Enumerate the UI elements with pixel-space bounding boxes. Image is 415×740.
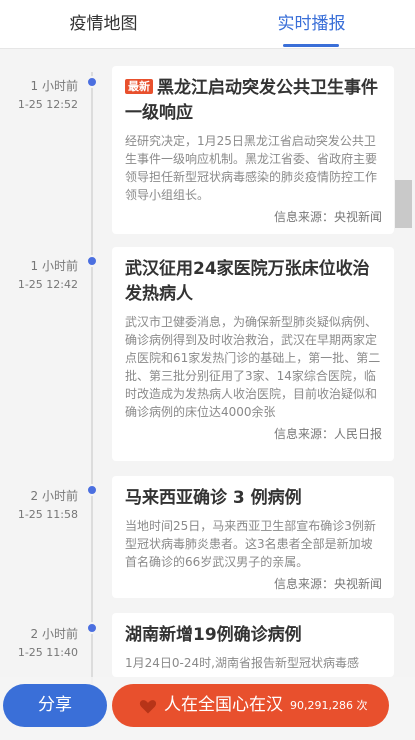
timestamp: 1-25 12:52 bbox=[17, 98, 78, 111]
feed-item-time: 2 小时前 1-25 11:40 bbox=[8, 626, 78, 661]
support-wuhan-button[interactable]: 人在全国心在汉 90,291,286 次 bbox=[112, 684, 389, 727]
timestamp: 1-25 11:58 bbox=[17, 508, 78, 521]
relative-time: 1 小时前 bbox=[30, 259, 78, 273]
feed-item-time: 1 小时前 1-25 12:42 bbox=[8, 258, 78, 293]
heart-icon bbox=[139, 700, 157, 714]
news-card[interactable]: 武汉征用24家医院万张床位收治发热病人 武汉市卫健委消息，为确保新型肺炎疑似病例… bbox=[112, 247, 394, 461]
relative-time: 1 小时前 bbox=[30, 79, 78, 93]
news-card[interactable]: 马来西亚确诊 3 例病例 当地时间25日，马来西亚卫生部宣布确诊3例新型冠状病毒… bbox=[112, 476, 394, 598]
latest-badge: 最新 bbox=[125, 79, 153, 94]
tab-live-broadcast[interactable]: 实时播报 bbox=[208, 0, 415, 48]
feed-item-time: 2 小时前 1-25 11:58 bbox=[8, 488, 78, 523]
tab-bar: 疫情地图 实时播报 bbox=[0, 0, 415, 49]
news-card[interactable]: 湖南新增19例确诊病例 1月24日0-24时,湖南省报告新型冠状病毒感 bbox=[112, 613, 394, 677]
news-card[interactable]: 最新 黑龙江启动突发公共卫生事件一级响应 经研究决定，1月25日黑龙江省启动突发公… bbox=[112, 66, 394, 234]
news-source: 信息来源：央视新闻 bbox=[273, 577, 382, 591]
relative-time: 2 小时前 bbox=[30, 489, 78, 503]
relative-time: 2 小时前 bbox=[30, 627, 78, 641]
support-count: 90,291,286 次 bbox=[290, 699, 368, 712]
timeline-dot bbox=[86, 622, 98, 634]
support-label: 人在全国心在汉 bbox=[164, 695, 283, 715]
feed-item-time: 1 小时前 1-25 12:52 bbox=[8, 78, 78, 113]
news-source: 信息来源：央视新闻 bbox=[273, 210, 382, 224]
news-body: 经研究决定，1月25日黑龙江省启动突发公共卫生事件一级响应机制。黑龙江省委、省政… bbox=[125, 134, 378, 202]
active-tab-indicator bbox=[283, 44, 339, 47]
tab-epidemic-map[interactable]: 疫情地图 bbox=[0, 0, 207, 48]
news-body: 当地时间25日，马来西亚卫生部宣布确诊3例新型冠状病毒肺炎患者。这3名患者全部是… bbox=[125, 519, 376, 569]
timestamp: 1-25 11:40 bbox=[17, 646, 78, 659]
news-body: 武汉市卫健委消息，为确保新型肺炎疑似病例、确诊病例得到及时收治救治，武汉在早期两… bbox=[125, 315, 381, 419]
news-title: 武汉征用24家医院万张床位收治发热病人 bbox=[125, 259, 370, 304]
timeline-dot bbox=[86, 76, 98, 88]
timeline-line bbox=[91, 72, 93, 712]
news-source: 信息来源：人民日报 bbox=[273, 427, 382, 441]
news-title: 最新 黑龙江启动突发公共卫生事件一级响应 bbox=[125, 76, 382, 126]
timeline-dot bbox=[86, 255, 98, 267]
news-title-text: 黑龙江启动突发公共卫生事件一级响应 bbox=[125, 78, 378, 123]
timeline-dot bbox=[86, 484, 98, 496]
share-button[interactable]: 分享 bbox=[3, 684, 107, 727]
news-title: 马来西亚确诊 3 例病例 bbox=[125, 488, 302, 508]
timestamp: 1-25 12:42 bbox=[17, 278, 78, 291]
scrollbar-thumb[interactable] bbox=[395, 180, 412, 228]
news-body: 1月24日0-24时,湖南省报告新型冠状病毒感 bbox=[125, 656, 359, 670]
news-title: 湖南新增19例确诊病例 bbox=[125, 625, 302, 645]
